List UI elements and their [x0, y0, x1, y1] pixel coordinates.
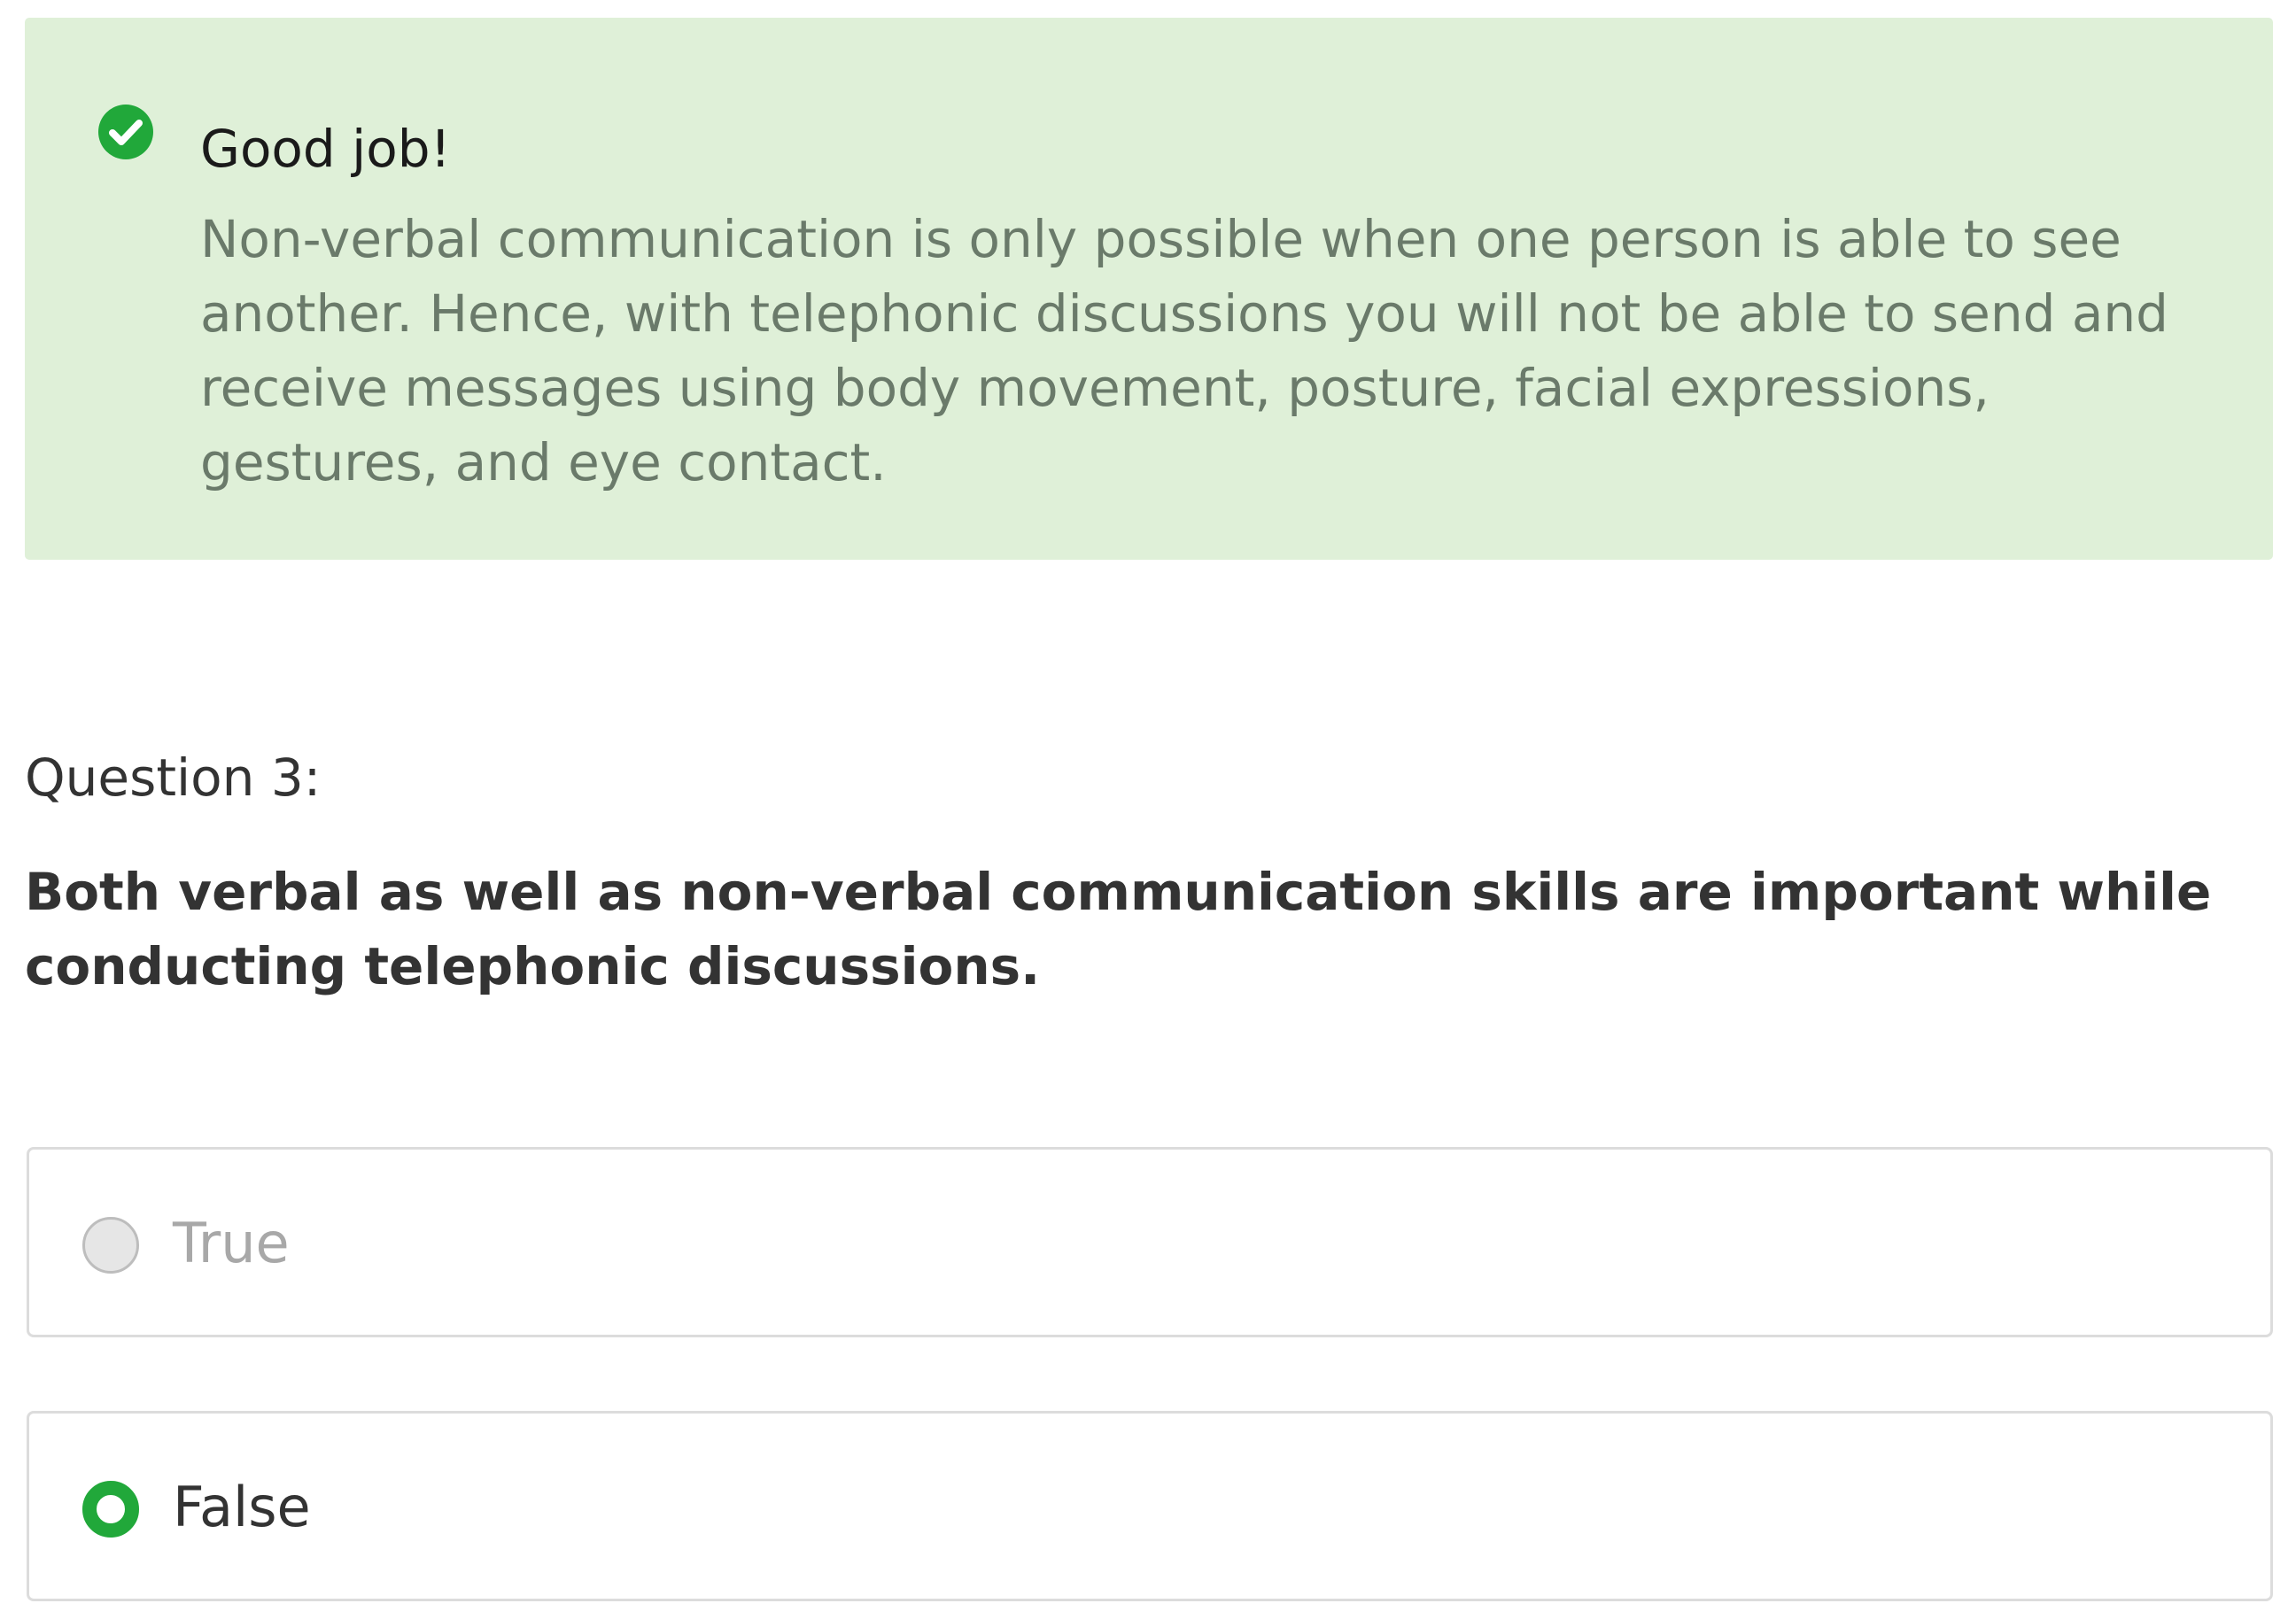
answer-option-label: True	[173, 1211, 290, 1275]
check-circle-icon	[97, 104, 154, 160]
feedback-panel: Good job! Non-verbal communication is on…	[25, 18, 2273, 560]
answer-option-label: False	[173, 1475, 311, 1539]
feedback-explanation: Non-verbal communication is only possibl…	[200, 209, 2168, 492]
radio-button-unselected[interactable]	[82, 1217, 139, 1274]
answer-option-true[interactable]: True	[27, 1147, 2273, 1337]
question-number: Question 3:	[25, 748, 322, 808]
quiz-page: Good job! Non-verbal communication is on…	[0, 0, 2296, 1619]
answer-option-false[interactable]: False	[27, 1411, 2273, 1601]
feedback-title: Good job!	[200, 119, 451, 179]
question-text: Both verbal as well as non-verbal commun…	[25, 862, 2212, 996]
radio-button-selected[interactable]	[82, 1481, 139, 1538]
